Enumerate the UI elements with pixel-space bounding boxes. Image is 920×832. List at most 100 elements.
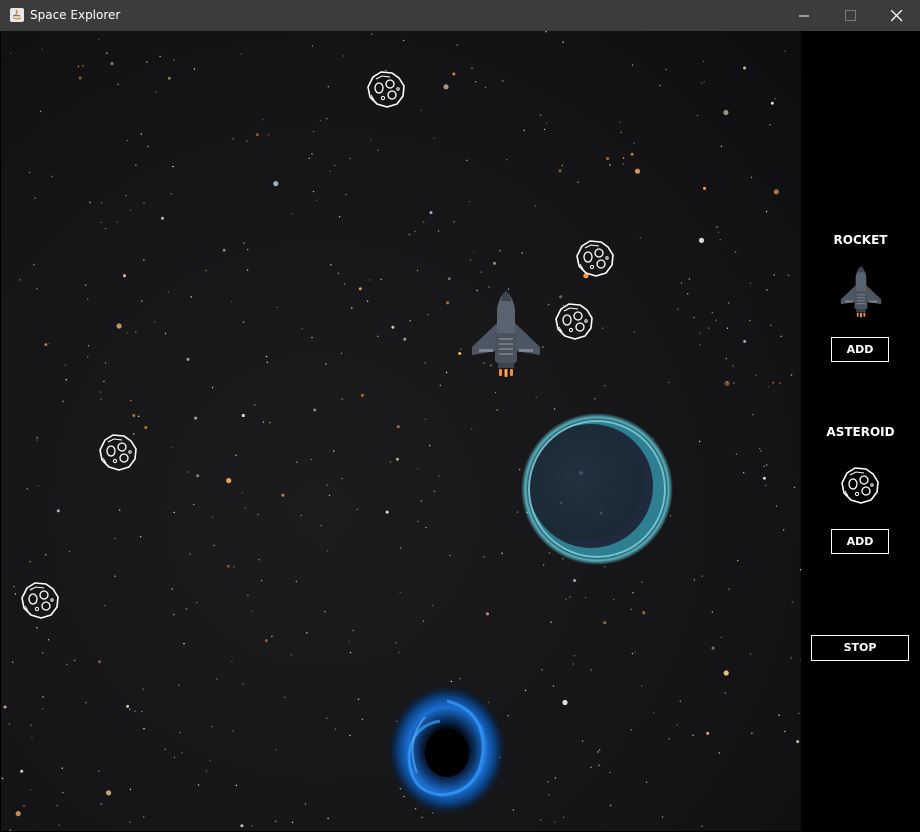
star xyxy=(471,428,473,430)
star xyxy=(3,705,7,709)
star xyxy=(129,788,132,791)
star xyxy=(541,669,543,671)
star xyxy=(329,170,331,172)
star xyxy=(193,503,195,506)
star xyxy=(36,439,38,441)
star xyxy=(193,68,196,70)
star xyxy=(100,221,103,224)
star xyxy=(668,381,670,384)
star xyxy=(126,704,130,708)
star xyxy=(438,475,440,477)
star xyxy=(720,636,723,639)
black-hole-sprite[interactable] xyxy=(385,681,509,819)
star xyxy=(349,651,352,654)
star xyxy=(724,380,730,386)
star xyxy=(106,52,108,54)
star xyxy=(51,175,53,178)
star xyxy=(337,272,340,275)
star xyxy=(98,770,100,772)
star xyxy=(61,767,63,769)
add-rocket-button[interactable]: ADD xyxy=(831,337,889,362)
planet-sprite[interactable] xyxy=(521,413,673,565)
star xyxy=(735,453,738,455)
star xyxy=(36,288,38,290)
star xyxy=(562,816,565,818)
star xyxy=(291,821,294,824)
star xyxy=(41,652,44,654)
star xyxy=(110,62,114,66)
star xyxy=(480,271,482,273)
asteroid-sprite[interactable] xyxy=(97,432,139,472)
star xyxy=(126,139,128,142)
star xyxy=(699,332,701,334)
star xyxy=(173,511,175,514)
star xyxy=(167,291,169,294)
asteroid-sprite[interactable] xyxy=(365,69,407,109)
star xyxy=(717,231,720,233)
star xyxy=(558,169,562,173)
star xyxy=(103,380,105,383)
star xyxy=(634,168,641,174)
star xyxy=(9,829,11,831)
star xyxy=(734,251,737,253)
star xyxy=(749,319,751,322)
star xyxy=(246,269,249,271)
star xyxy=(267,134,270,136)
star xyxy=(791,601,793,603)
asteroid-sprite[interactable] xyxy=(574,238,616,278)
star xyxy=(759,447,761,450)
space-canvas[interactable] xyxy=(1,31,801,831)
star xyxy=(603,621,607,625)
star xyxy=(340,352,343,355)
star xyxy=(540,819,542,821)
star xyxy=(548,794,550,796)
star xyxy=(701,82,703,84)
star xyxy=(417,468,419,470)
star xyxy=(784,50,786,52)
star xyxy=(728,302,730,304)
star xyxy=(129,708,131,710)
star xyxy=(437,230,440,232)
star xyxy=(343,283,346,285)
star xyxy=(752,413,754,416)
title-bar[interactable]: Space Explorer xyxy=(0,0,920,31)
star xyxy=(547,781,549,783)
star xyxy=(77,65,80,68)
close-button[interactable] xyxy=(874,0,920,31)
star xyxy=(211,516,214,518)
star xyxy=(170,193,172,195)
add-asteroid-button[interactable]: ADD xyxy=(831,529,889,554)
star xyxy=(104,604,106,607)
stop-button[interactable]: STOP xyxy=(811,635,909,661)
star xyxy=(716,226,718,228)
star xyxy=(569,596,571,598)
star xyxy=(172,165,174,168)
star xyxy=(311,45,314,47)
star xyxy=(341,477,343,480)
star xyxy=(523,129,525,132)
star xyxy=(48,343,50,345)
rocket-sprite[interactable] xyxy=(469,289,543,383)
star xyxy=(767,386,770,388)
star xyxy=(369,279,371,281)
star xyxy=(561,164,563,167)
star xyxy=(358,287,362,291)
star xyxy=(429,444,431,447)
star xyxy=(164,748,166,751)
asteroid-sprite[interactable] xyxy=(19,580,61,620)
star xyxy=(765,484,767,487)
star xyxy=(737,559,739,562)
close-icon xyxy=(891,10,903,22)
star xyxy=(104,228,107,230)
star xyxy=(240,53,242,55)
rocket-section-label: ROCKET xyxy=(833,233,888,247)
star xyxy=(417,520,419,523)
star xyxy=(460,348,462,350)
maximize-button[interactable] xyxy=(828,0,874,31)
star xyxy=(385,510,389,514)
star xyxy=(15,811,21,817)
asteroid-sprite[interactable] xyxy=(553,301,595,341)
minimize-button[interactable] xyxy=(782,0,828,31)
star xyxy=(271,635,273,638)
star xyxy=(425,526,427,529)
